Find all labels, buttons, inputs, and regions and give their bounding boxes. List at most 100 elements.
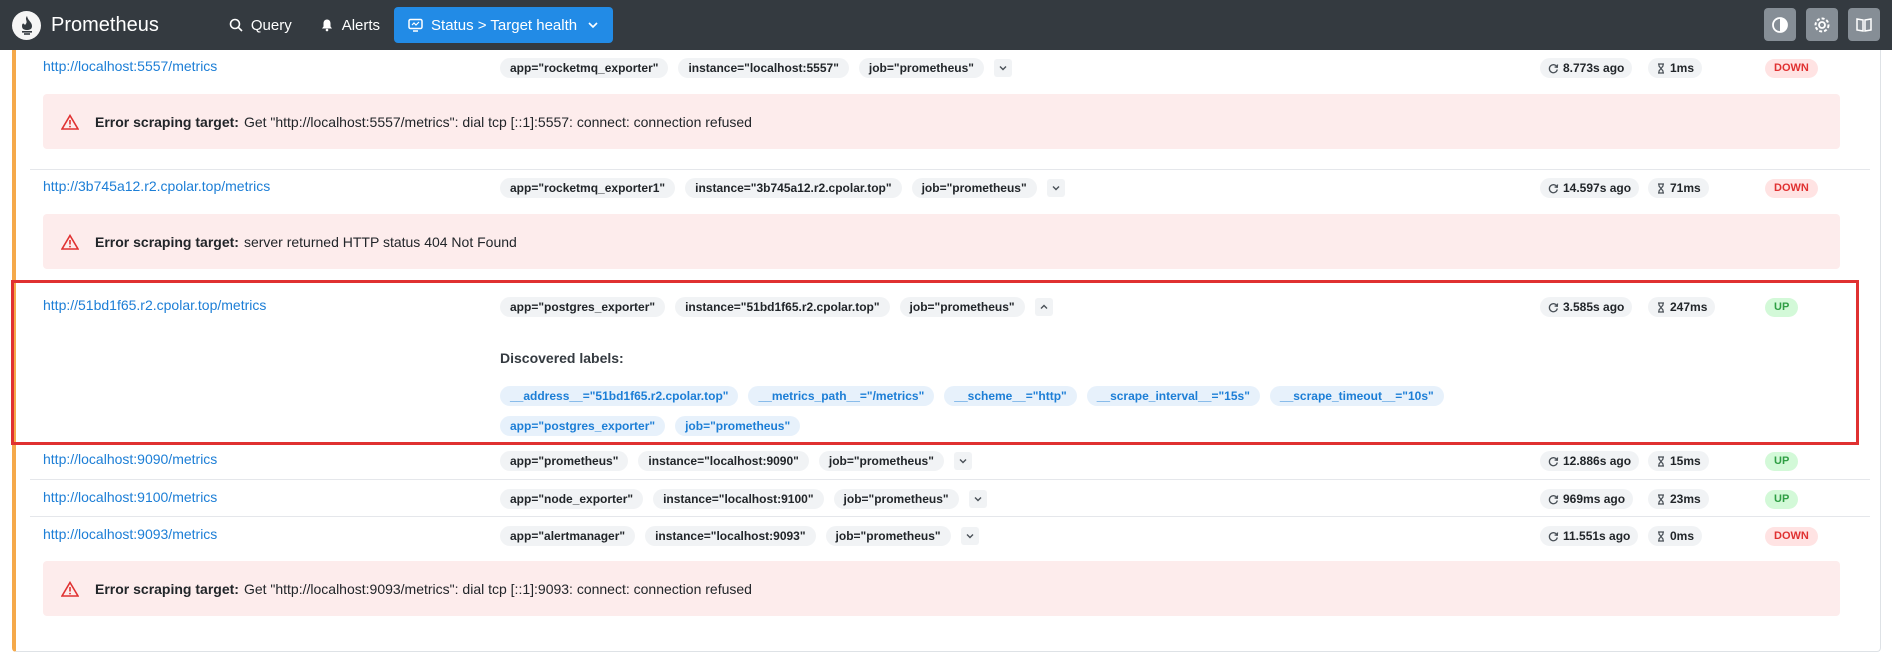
brand-title: Prometheus [51, 13, 159, 36]
top-navbar: Prometheus Query Alerts Status > Target … [0, 0, 1892, 50]
nav-alerts[interactable]: Alerts [306, 7, 394, 43]
nav-query[interactable]: Query [215, 7, 306, 43]
last-scrape-text: 12.886s ago [1563, 454, 1632, 468]
header-actions [1764, 8, 1880, 41]
last-scrape-text: 11.551s ago [1563, 529, 1631, 543]
refresh-icon [1548, 63, 1559, 73]
hourglass-icon [1658, 455, 1664, 467]
nav-status-label: Status > Target health [431, 16, 578, 34]
nav-alerts-label: Alerts [341, 16, 381, 34]
target-endpoint-link[interactable]: http://localhost:9093/metrics [43, 526, 217, 542]
target-labels: app="rocketmq_exporter1" instance="3b745… [500, 178, 1065, 198]
refresh-icon [1548, 494, 1559, 504]
refresh-icon [1548, 531, 1559, 541]
target-labels: app="rocketmq_exporter" instance="localh… [500, 58, 1012, 78]
label-chip: instance="localhost:9090" [638, 451, 809, 471]
target-endpoint-link[interactable]: http://localhost:9100/metrics [43, 489, 217, 505]
label-chip: job="prometheus" [825, 526, 951, 546]
scrape-error-alert: Error scraping target: server returned H… [43, 214, 1840, 269]
scrape-duration-text: 23ms [1670, 492, 1701, 506]
scrape-duration-badge: 71ms [1648, 178, 1709, 198]
hourglass-icon [1658, 62, 1664, 74]
label-chip: job="prometheus" [911, 178, 1037, 198]
bell-icon [321, 19, 332, 32]
target-row: http://localhost:9100/metrics app="node_… [30, 479, 1870, 509]
target-endpoint-link[interactable]: http://localhost:5557/metrics [43, 58, 217, 74]
label-chip: instance="localhost:5557" [678, 58, 849, 78]
chevron-down-icon [974, 497, 982, 502]
scrape-duration-badge: 15ms [1648, 451, 1709, 471]
target-endpoint-link[interactable]: http://localhost:9090/metrics [43, 451, 217, 467]
search-icon [229, 18, 243, 32]
label-chip: app="rocketmq_exporter" [500, 58, 669, 78]
status-badge: UP [1765, 490, 1799, 509]
theme-toggle-button[interactable] [1764, 8, 1796, 41]
prometheus-logo-icon [12, 10, 41, 40]
contrast-icon [1772, 16, 1788, 33]
scrape-duration-badge: 1ms [1648, 58, 1703, 78]
alert-triangle-icon [61, 580, 79, 597]
status-badge: DOWN [1765, 179, 1818, 198]
book-icon [1856, 17, 1872, 32]
last-scrape-badge: 11.551s ago [1540, 526, 1639, 546]
last-scrape-badge: 14.597s ago [1540, 178, 1640, 198]
label-chip: app="alertmanager" [500, 526, 636, 546]
scrape-error-alert: Error scraping target: Get "http://local… [43, 561, 1840, 616]
docs-button[interactable] [1848, 8, 1880, 41]
target-labels: app="node_exporter" instance="localhost:… [500, 489, 987, 509]
scrape-error-alert: Error scraping target: Get "http://local… [43, 94, 1840, 149]
nav-query-label: Query [250, 16, 292, 34]
brand[interactable]: Prometheus [12, 10, 159, 40]
label-chip: instance="3b745a12.r2.cpolar.top" [685, 178, 902, 198]
main-nav: Query Alerts Status > Target health [215, 7, 614, 43]
hourglass-icon [1658, 493, 1664, 505]
label-chip: app="node_exporter" [500, 489, 644, 509]
label-chip: app="rocketmq_exporter1" [500, 178, 676, 198]
alert-triangle-icon [61, 233, 79, 250]
label-chip: job="prometheus" [858, 58, 984, 78]
target-labels: app="prometheus" instance="localhost:909… [500, 451, 972, 471]
chevron-down-icon [1052, 186, 1060, 191]
scrape-duration-badge: 23ms [1648, 489, 1709, 509]
expand-labels-button[interactable] [968, 490, 987, 508]
expand-labels-button[interactable] [953, 452, 972, 470]
label-chip: instance="localhost:9093" [645, 526, 816, 546]
last-scrape-text: 8.773s ago [1563, 61, 1625, 75]
scrape-duration-text: 71ms [1670, 181, 1701, 195]
label-chip: app="prometheus" [500, 451, 629, 471]
monitor-icon [408, 18, 423, 32]
label-chip: instance="localhost:9100" [653, 489, 824, 509]
highlight-annotation-box [11, 280, 1859, 445]
error-prefix: Error scraping target: [95, 580, 239, 597]
target-endpoint-link[interactable]: http://3b745a12.r2.cpolar.top/metrics [43, 178, 270, 194]
last-scrape-badge: 12.886s ago [1540, 451, 1640, 471]
label-chip: job="prometheus" [833, 489, 959, 509]
error-message: server returned HTTP status 404 Not Foun… [243, 233, 517, 250]
status-badge: DOWN [1765, 59, 1818, 78]
hourglass-icon [1658, 530, 1664, 542]
refresh-icon [1548, 456, 1559, 466]
nav-status-menu[interactable]: Status > Target health [394, 7, 614, 43]
last-scrape-text: 14.597s ago [1563, 181, 1632, 195]
target-row: http://3b745a12.r2.cpolar.top/metrics ap… [30, 169, 1870, 269]
gear-icon [1814, 17, 1830, 32]
target-labels: app="alertmanager" instance="localhost:9… [500, 526, 979, 546]
last-scrape-text: 969ms ago [1563, 492, 1626, 506]
last-scrape-badge: 8.773s ago [1540, 58, 1633, 78]
scrape-duration-text: 15ms [1670, 454, 1701, 468]
target-row: http://localhost:9093/metrics app="alert… [30, 516, 1870, 616]
expand-labels-button[interactable] [993, 59, 1012, 77]
chevron-down-icon [999, 66, 1007, 71]
alert-triangle-icon [61, 113, 79, 130]
expand-labels-button[interactable] [1046, 179, 1065, 197]
chevron-down-icon [959, 459, 967, 464]
scrape-duration-text: 1ms [1670, 61, 1695, 75]
chevron-down-icon [588, 22, 598, 29]
hourglass-icon [1658, 182, 1664, 194]
settings-button[interactable] [1806, 8, 1838, 41]
expand-labels-button[interactable] [960, 527, 979, 545]
status-badge: UP [1765, 452, 1799, 471]
error-prefix: Error scraping target: [95, 233, 239, 250]
scrape-duration-badge: 0ms [1648, 526, 1703, 546]
scrape-duration-text: 0ms [1670, 529, 1695, 543]
